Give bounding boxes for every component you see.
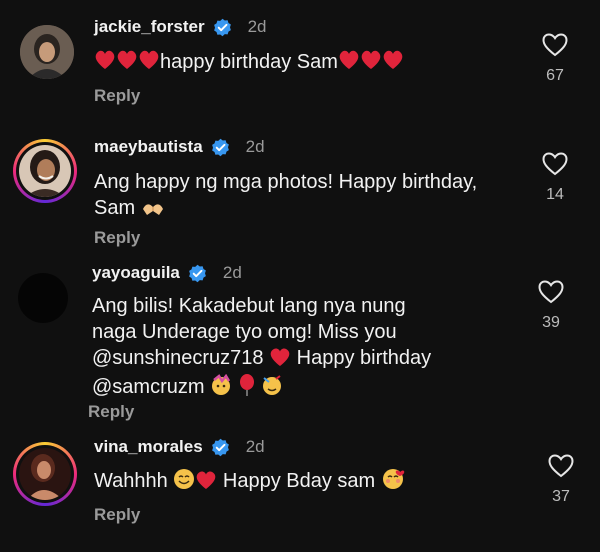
username[interactable]: jackie_forster bbox=[94, 17, 205, 37]
comment-line: naga Underage tyo omg! Miss you bbox=[92, 321, 397, 343]
timestamp: 2d bbox=[245, 437, 265, 456]
heart-outline-icon[interactable] bbox=[548, 454, 574, 478]
like-control: 14 bbox=[535, 152, 575, 204]
timestamp: 2d bbox=[245, 137, 265, 156]
avatar-photo bbox=[19, 448, 71, 500]
mention-link[interactable]: @samcruzm bbox=[92, 376, 205, 398]
comment-header: maeybautista 2d bbox=[94, 137, 265, 157]
comment-header: jackie_forster 2d bbox=[94, 17, 267, 37]
heart-outline-icon[interactable] bbox=[542, 33, 568, 57]
heart-hands-emoji bbox=[141, 198, 165, 224]
like-control: 39 bbox=[531, 280, 571, 332]
blush-emoji bbox=[381, 468, 405, 497]
balloon-emoji bbox=[238, 374, 256, 403]
reply-button[interactable]: Reply bbox=[94, 228, 140, 248]
heart-outline-icon[interactable] bbox=[538, 280, 564, 304]
reply-button[interactable]: Reply bbox=[88, 402, 134, 422]
reply-button[interactable]: Reply bbox=[94, 505, 140, 525]
party-emoji bbox=[210, 373, 232, 403]
like-count: 39 bbox=[542, 314, 560, 331]
like-control: 37 bbox=[541, 454, 581, 506]
timestamp: 2d bbox=[222, 263, 242, 282]
comment-line-text: Happy birthday bbox=[296, 347, 432, 369]
comment-text-b: Happy Bday sam bbox=[222, 470, 376, 492]
username[interactable]: yayoaguila bbox=[92, 263, 180, 283]
comment-text: happy birthday Sam bbox=[94, 49, 404, 78]
comment-line: Sam bbox=[94, 195, 514, 224]
red-heart-emoji bbox=[338, 49, 404, 78]
comment-line: Ang happy ng mga photos! Happy birthday, bbox=[94, 171, 478, 193]
avatar[interactable] bbox=[13, 139, 77, 203]
verified-badge-icon bbox=[211, 138, 229, 156]
red-heart-emoji bbox=[269, 347, 291, 374]
comment-text-a: Wahhhh bbox=[94, 470, 168, 492]
like-count: 37 bbox=[552, 488, 570, 505]
avatar[interactable] bbox=[20, 25, 74, 79]
like-control: 67 bbox=[535, 33, 575, 85]
avatar[interactable] bbox=[18, 273, 68, 323]
heart-outline-icon[interactable] bbox=[542, 152, 568, 176]
avatar-photo bbox=[20, 25, 74, 79]
timestamp: 2d bbox=[247, 17, 267, 36]
username[interactable]: vina_morales bbox=[94, 437, 203, 457]
avatar-photo bbox=[19, 145, 71, 197]
verified-badge-icon bbox=[189, 264, 206, 282]
comment-text-main: happy birthday Sam bbox=[160, 51, 338, 73]
comment-line-text: Sam bbox=[94, 197, 136, 219]
verified-badge-icon bbox=[211, 438, 229, 456]
red-heart-emoji bbox=[195, 470, 217, 497]
comment-header: vina_morales 2d bbox=[94, 437, 265, 457]
party-face-emoji bbox=[261, 374, 283, 403]
comment-text: Ang bilis! Kakadebut lang nya nung naga … bbox=[92, 293, 512, 403]
avatar[interactable] bbox=[13, 442, 77, 506]
reply-button[interactable]: Reply bbox=[94, 86, 140, 106]
comment-line: @sunshinecruz718 Happy birthday bbox=[92, 345, 512, 374]
username[interactable]: maeybautista bbox=[94, 137, 203, 157]
mention-link[interactable]: @sunshinecruz718 bbox=[92, 347, 264, 369]
like-count: 14 bbox=[546, 186, 564, 203]
comment-line: @samcruzm bbox=[92, 373, 512, 403]
comment-line: Ang bilis! Kakadebut lang nya nung bbox=[92, 295, 406, 317]
comment-text: Ang happy ng mga photos! Happy birthday,… bbox=[94, 169, 514, 224]
verified-badge-icon bbox=[213, 18, 231, 36]
smile-emoji bbox=[173, 468, 195, 497]
red-heart-emoji bbox=[94, 49, 160, 78]
like-count: 67 bbox=[546, 67, 564, 84]
comment-text: Wahhhh Happy Bday sam bbox=[94, 468, 405, 497]
comment-header: yayoaguila 2d bbox=[92, 263, 242, 283]
